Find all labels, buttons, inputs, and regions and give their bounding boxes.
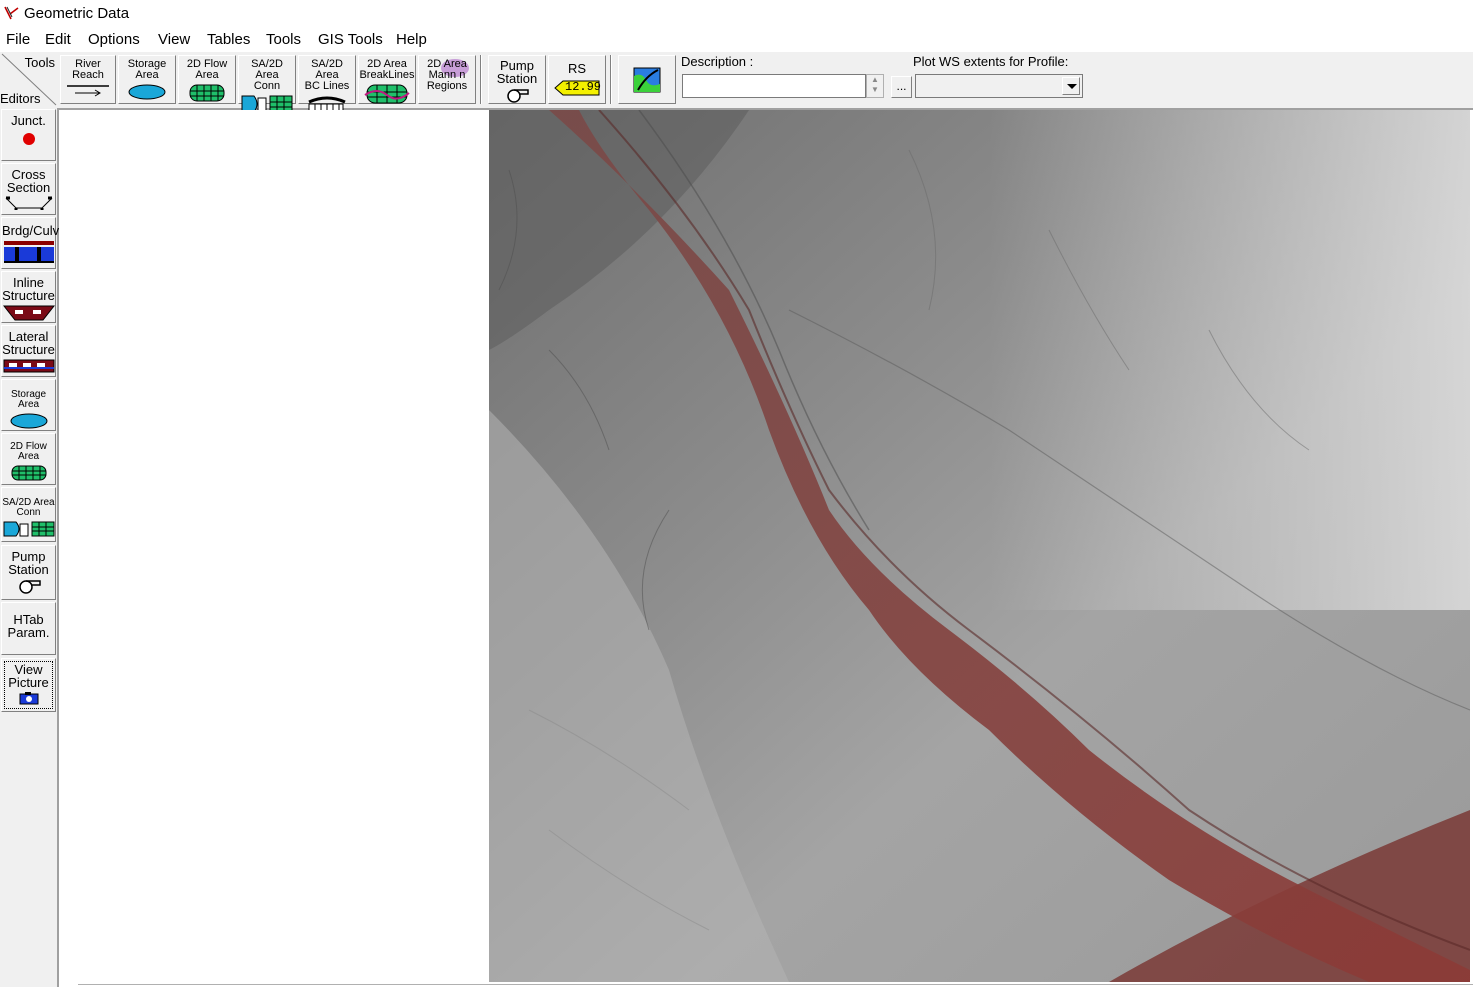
menu-file[interactable]: File [6, 31, 30, 48]
2d-flow-area-button[interactable]: 2D Flow Area [178, 55, 236, 104]
rs-button[interactable]: RS 12.99 [548, 55, 606, 104]
spin-down-icon[interactable]: ▼ [867, 85, 883, 95]
breaklines-button[interactable]: 2D Area BreakLines [358, 55, 416, 104]
toolbar-separator [480, 55, 482, 104]
sa-2d-conn-editor-label: SA/2D Area Conn [2, 497, 55, 518]
tools-label: Tools [24, 55, 55, 70]
title-bar: Geometric Data [0, 0, 1473, 28]
storage-area-button[interactable]: Storage Area [118, 55, 176, 104]
junction-label: Junct. [11, 113, 46, 128]
pump-station-icon [507, 89, 529, 103]
bc-lines-button[interactable]: SA/2D Area BC Lines [298, 55, 356, 113]
camera-icon [19, 692, 38, 705]
lateral-structure-editor-button[interactable]: Lateral Structure [1, 325, 56, 377]
bridge-culvert-icon [3, 241, 54, 263]
2d-flow-area-icon [189, 84, 225, 102]
bridge-culvert-label: Brdg/Culv [2, 223, 60, 238]
cross-section-editor-button[interactable]: Cross Section [1, 163, 56, 215]
river-reach-icon [67, 85, 109, 97]
lateral-structure-icon [3, 359, 54, 373]
menu-help[interactable]: Help [396, 31, 427, 48]
mann-n-regions-button[interactable]: 2D Area Mann n Regions [418, 55, 476, 104]
storage-area-icon [10, 413, 47, 429]
view-picture-label: View Picture [8, 662, 49, 690]
pump-station-button[interactable]: Pump Station [488, 55, 546, 104]
pump-station-editor-button[interactable]: Pump Station [1, 545, 56, 600]
lateral-structure-label: Lateral Structure [2, 329, 55, 357]
hec-ras-icon [4, 6, 19, 20]
cross-section-icon [5, 196, 52, 210]
description-input[interactable] [682, 74, 866, 98]
map-layers-button[interactable] [618, 55, 676, 104]
plot-ws-label: Plot WS extents for Profile: [913, 54, 1069, 69]
spin-up-icon[interactable]: ▲ [867, 75, 883, 85]
sa-2d-conn-button[interactable]: SA/2D Area Conn [238, 55, 296, 113]
breaklines-label: 2D Area BreakLines [359, 58, 415, 81]
pump-station-editor-label: Pump Station [8, 549, 49, 577]
htab-param-label: HTab Param. [7, 612, 50, 640]
tools-editors-corner: Tools Editors [0, 52, 58, 106]
junction-icon [22, 133, 35, 145]
inline-structure-editor-button[interactable]: Inline Structure [1, 271, 56, 323]
sa-2d-conn-editor-button[interactable]: SA/2D Area Conn [1, 487, 56, 542]
menu-bar: File Edit Options View Tables Tools GIS … [0, 28, 1473, 52]
storage-area-label: Storage Area [127, 58, 167, 81]
plot-ws-profile-select[interactable] [915, 74, 1083, 98]
window-title: Geometric Data [24, 5, 130, 22]
map-layers-icon [633, 67, 661, 93]
terrain-map[interactable] [489, 110, 1470, 982]
view-picture-button[interactable]: View Picture [1, 658, 56, 712]
2d-flow-area-label: 2D Flow Area [186, 58, 228, 81]
2d-flow-area-icon [11, 465, 46, 481]
description-spinner[interactable]: ▲ ▼ [866, 74, 884, 98]
storage-area-editor-button[interactable]: Storage Area [1, 379, 56, 431]
rs-icon: 12.99 [553, 79, 601, 97]
rs-label: RS [567, 61, 587, 76]
editors-label: Editors [0, 91, 41, 106]
menu-tools[interactable]: Tools [266, 31, 301, 48]
pump-station-icon [18, 580, 41, 594]
htab-param-editor-button[interactable]: HTab Param. [1, 602, 56, 655]
pump-station-label: Pump Station [496, 58, 538, 86]
inline-structure-label: Inline Structure [2, 275, 55, 303]
toolbar: Tools Editors River Reach Storage Area 2… [0, 52, 1473, 113]
storage-area-icon [128, 84, 166, 100]
bridge-culvert-editor-button[interactable]: Brdg/Culv [1, 217, 60, 269]
junction-editor-button[interactable]: Junct. [1, 109, 56, 161]
description-ellipsis-button[interactable]: ... [891, 76, 912, 98]
river-reach-label: River Reach [72, 58, 104, 81]
2d-flow-area-editor-label: 2D Flow Area [10, 441, 47, 462]
editors-sidebar: Junct. Cross Section Brdg/Culv Inline St… [0, 108, 59, 987]
toolbar-separator-2 [610, 55, 612, 104]
description-label: Description : [681, 54, 754, 69]
river-reach-button[interactable]: River Reach [60, 55, 116, 104]
menu-gis-tools[interactable]: GIS Tools [318, 31, 383, 48]
menu-edit[interactable]: Edit [45, 31, 71, 48]
sa-2d-conn-icon [3, 521, 55, 537]
storage-area-editor-label: Storage Area [10, 389, 47, 410]
breaklines-icon [364, 84, 410, 104]
cross-section-label: Cross Section [6, 167, 51, 195]
status-divider [78, 984, 1473, 985]
sa-2d-conn-label: SA/2D Area Conn [251, 58, 283, 92]
inline-structure-icon [2, 305, 55, 321]
menu-view[interactable]: View [158, 31, 190, 48]
terrain-hillshade [489, 110, 1470, 982]
rs-value: 12.99 [565, 80, 602, 94]
2d-flow-area-editor-button[interactable]: 2D Flow Area [1, 433, 56, 485]
menu-tables[interactable]: Tables [207, 31, 250, 48]
mann-n-regions-label: 2D Area Mann n Regions [426, 58, 468, 92]
bc-lines-label: SA/2D Area BC Lines [304, 58, 350, 92]
menu-options[interactable]: Options [88, 31, 140, 48]
chevron-down-icon[interactable] [1062, 77, 1080, 95]
